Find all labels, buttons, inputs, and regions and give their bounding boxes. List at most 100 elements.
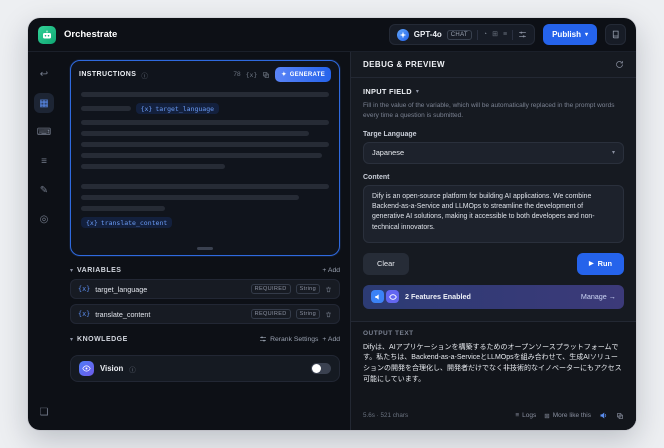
- publish-label: Publish: [552, 30, 581, 39]
- topbar: Orchestrate GPT-4o CHAT ◔ ⊞ ≡ Publish ▾: [28, 18, 636, 52]
- variable-row[interactable]: {x} target_language REQUIRED String: [70, 279, 340, 299]
- sidebar-item-annotations[interactable]: ✎: [34, 180, 54, 200]
- instructions-card[interactable]: INSTRUCTIONS ⓘ 78 {x} ✦ GENERATE {x} tar…: [70, 60, 340, 256]
- chevron-down-icon: ▾: [70, 268, 74, 274]
- model-name: GPT-4o: [413, 30, 442, 39]
- rerank-label: Rerank Settings: [270, 335, 319, 343]
- selected-value: Japanese: [372, 148, 405, 157]
- toolbox-button[interactable]: [605, 24, 626, 45]
- book-icon: [612, 30, 619, 39]
- chevron-down-icon: ▾: [611, 150, 615, 156]
- sidebar-item-monitoring[interactable]: ◎: [34, 209, 54, 229]
- add-knowledge-button[interactable]: + Add: [322, 336, 340, 343]
- output-title: OUTPUT TEXT: [363, 329, 414, 337]
- page: Orchestrate GPT-4o CHAT ◔ ⊞ ≡ Publish ▾ …: [0, 0, 664, 448]
- features-count-text: 2 Features Enabled: [405, 292, 471, 301]
- list-icon: ≡: [515, 412, 520, 419]
- refresh-icon[interactable]: [615, 60, 624, 69]
- token-count: 78: [233, 71, 241, 78]
- spark-icon: ✦: [281, 72, 287, 78]
- debug-content: INPUT FIELD ▾ Fill in the value of the v…: [351, 78, 636, 430]
- logs-button[interactable]: ≡ Logs: [515, 412, 536, 419]
- sliders-icon: [260, 336, 267, 342]
- run-button[interactable]: ▶ Run: [577, 252, 624, 275]
- output-meta: 5.6s · 521 chars: [363, 412, 409, 419]
- model-selector[interactable]: GPT-4o CHAT ◔ ⊞ ≡: [388, 24, 536, 45]
- features-banner[interactable]: 2 Features Enabled Manage →: [363, 284, 624, 309]
- generate-button[interactable]: ✦ GENERATE: [275, 67, 331, 82]
- chevron-down-icon: ▾: [584, 31, 588, 38]
- app-window: Orchestrate GPT-4o CHAT ◔ ⊞ ≡ Publish ▾ …: [28, 18, 636, 430]
- sidebar-item-logs[interactable]: ≡: [34, 151, 54, 171]
- variable-row[interactable]: {x} translate_content REQUIRED String: [70, 304, 340, 324]
- model-setting-icon[interactable]: ◔: [483, 31, 487, 38]
- vision-feature-icon: [386, 290, 399, 303]
- manage-link[interactable]: Manage →: [581, 292, 616, 301]
- variable-token: {x}: [86, 218, 98, 227]
- input-field-description: Fill in the value of the variable, which…: [363, 102, 615, 119]
- orchestrate-panel: INSTRUCTIONS ⓘ 78 {x} ✦ GENERATE {x} tar…: [60, 52, 350, 430]
- insert-variable-icon[interactable]: {x}: [246, 71, 258, 79]
- info-icon: ⓘ: [141, 72, 148, 80]
- speaker-feature-icon: [371, 290, 384, 303]
- chevron-down-icon: ▾: [415, 89, 419, 95]
- vision-icon: [79, 361, 94, 376]
- content-label: Content: [363, 173, 390, 181]
- back-icon[interactable]: ↩: [34, 64, 54, 84]
- variables-title: VARIABLES: [77, 267, 122, 274]
- variable-chip[interactable]: {x} translate_content: [81, 217, 173, 228]
- variable-name: target_language: [155, 104, 215, 113]
- model-mode-badge: CHAT: [446, 29, 472, 40]
- generate-label: GENERATE: [289, 71, 325, 78]
- output-text: Difyは、AIアプリケーションを構築するためのオープンソースプラットフォームで…: [363, 343, 622, 384]
- sidebar-item-orchestrate[interactable]: ▦: [34, 93, 54, 113]
- sidebar-item-api[interactable]: ⌨: [34, 122, 54, 142]
- clear-button[interactable]: Clear: [363, 252, 409, 275]
- content-textarea[interactable]: Dify is an open-source platform for buil…: [363, 184, 624, 243]
- pill-divider: [476, 29, 478, 40]
- debug-preview-panel: DEBUG & PREVIEW INPUT FIELD ▾ Fill in th…: [350, 52, 636, 430]
- variable-token: {x}: [78, 310, 91, 318]
- model-params-icon[interactable]: [518, 30, 527, 39]
- publish-button[interactable]: Publish ▾: [543, 24, 597, 45]
- debug-title: DEBUG & PREVIEW: [363, 60, 446, 69]
- prompt-editor[interactable]: {x} target_language {x} translate_conten…: [71, 86, 339, 244]
- play-icon: ▶: [589, 261, 594, 267]
- app-logo-icon: [38, 25, 56, 44]
- delete-icon[interactable]: [325, 311, 332, 318]
- variable-token: {x}: [78, 285, 91, 293]
- type-badge: String: [295, 284, 320, 294]
- copy-icon[interactable]: [616, 412, 624, 420]
- add-variable-button[interactable]: + Add: [322, 267, 340, 274]
- variable-token: {x}: [140, 104, 153, 113]
- model-setting-icon[interactable]: ⊞: [492, 31, 498, 38]
- model-provider-icon: [396, 28, 409, 41]
- target-language-select[interactable]: Japanese ▾: [363, 141, 624, 164]
- vision-label: Vision: [100, 364, 124, 373]
- variable-name: target_language: [95, 284, 148, 294]
- input-field-header[interactable]: INPUT FIELD ▾: [363, 87, 624, 96]
- knowledge-title: KNOWLEDGE: [77, 335, 128, 343]
- delete-icon[interactable]: [325, 286, 332, 293]
- rerank-settings-button[interactable]: Rerank Settings: [259, 335, 318, 343]
- model-setting-icon[interactable]: ≡: [503, 31, 507, 38]
- variable-chip[interactable]: {x} target_language: [135, 103, 220, 114]
- more-like-this-button[interactable]: ⊞ More like this: [544, 412, 591, 420]
- debug-header: DEBUG & PREVIEW: [351, 52, 636, 78]
- copy-icon[interactable]: [262, 71, 270, 79]
- required-badge: REQUIRED: [250, 309, 291, 319]
- instructions-header: INSTRUCTIONS ⓘ 78 {x} ✦ GENERATE: [71, 61, 339, 86]
- type-badge: String: [295, 309, 320, 319]
- page-title: Orchestrate: [64, 29, 118, 40]
- resize-handle[interactable]: [197, 247, 213, 250]
- collapse-sidebar-icon[interactable]: ❏: [34, 402, 54, 422]
- knowledge-header[interactable]: ▾ KNOWLEDGE Rerank Settings + Add: [70, 335, 340, 343]
- speaker-icon[interactable]: [599, 411, 608, 420]
- variables-header[interactable]: ▾ VARIABLES + Add: [70, 267, 340, 274]
- required-badge: REQUIRED: [250, 284, 291, 294]
- vision-toggle[interactable]: [311, 363, 331, 374]
- action-row: Clear ▶ Run: [363, 252, 624, 275]
- target-language-label: Targe Language: [363, 130, 417, 138]
- logs-label: Logs: [522, 412, 537, 419]
- sidebar: ↩ ▦ ⌨ ≡ ✎ ◎ ❏: [28, 52, 60, 430]
